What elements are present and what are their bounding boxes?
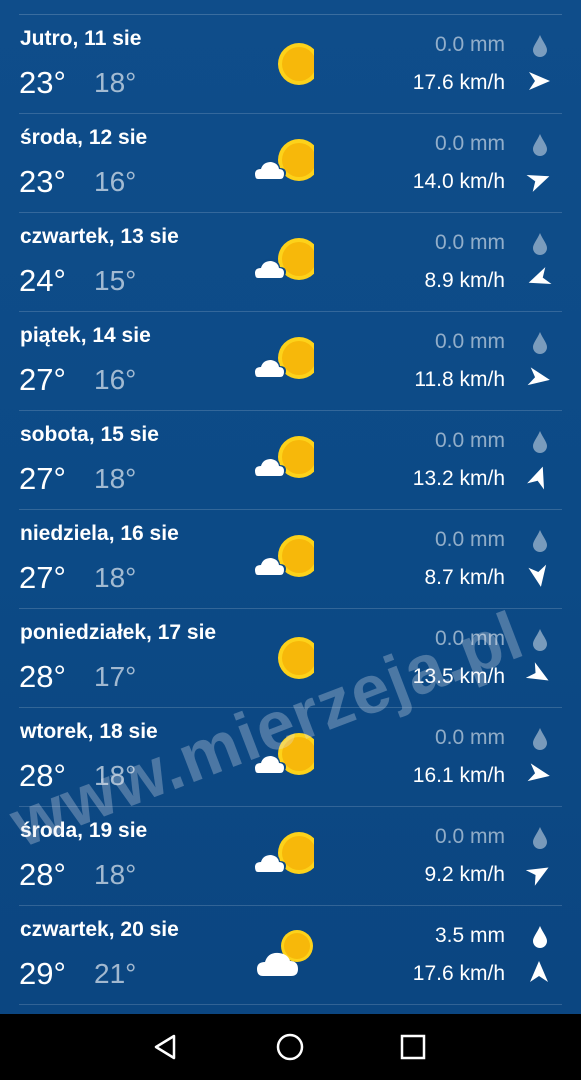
forecast-row[interactable]: sobota, 15 sie 27° 18° 0.0 mm 13.2 km/h [19, 411, 562, 510]
temp-max: 27° [19, 362, 66, 397]
cloud-sun-icon [248, 930, 314, 980]
precipitation-value: 0.0 mm [434, 231, 505, 254]
day-date: Jutro, 11 sie [20, 27, 142, 50]
wind-direction-icon [526, 563, 552, 589]
temp-max: 28° [19, 659, 66, 694]
precipitation-value: 0.0 mm [434, 825, 505, 848]
precipitation-value: 0.0 mm [434, 528, 505, 551]
wind-speed: 11.8 km/h [414, 368, 505, 391]
raindrop-icon [531, 430, 549, 454]
forecast-row[interactable]: środa, 12 sie 23° 16° 0.0 mm 14.0 km/h [19, 114, 562, 213]
temp-min: 17° [94, 661, 137, 692]
day-date: niedziela, 16 sie [20, 522, 179, 545]
temp-max: 23° [19, 65, 66, 100]
temp-max: 23° [19, 164, 66, 199]
wind-direction-icon [525, 860, 552, 886]
raindrop-icon [531, 628, 549, 652]
forecast-row[interactable]: niedziela, 16 sie 27° 18° 0.0 mm 8.7 km/h [19, 510, 562, 609]
forecast-row[interactable]: piątek, 14 sie 27° 16° 0.0 mm 11.8 km/h [19, 312, 562, 411]
day-date: czwartek, 20 sie [20, 918, 179, 941]
day-date: środa, 12 sie [20, 126, 148, 149]
sun-cloud-icon [248, 237, 320, 287]
forecast-list: Jutro, 11 sie 23° 18° 0.0 mm 17.6 km/h środa,… [0, 15, 581, 1005]
raindrop-icon [531, 529, 549, 553]
wind-direction-icon [526, 167, 552, 193]
wind-direction-icon [526, 365, 552, 391]
wind-speed: 13.2 km/h [412, 467, 505, 490]
temp-max: 27° [19, 560, 66, 595]
sun-cloud-icon [248, 831, 320, 881]
wind-speed: 14.0 km/h [412, 170, 505, 193]
system-nav-bar [0, 1014, 581, 1080]
forecast-row[interactable]: czwartek, 13 sie 24° 15° 0.0 mm 8.9 km/h [19, 213, 562, 312]
wind-speed: 8.9 km/h [424, 269, 505, 292]
wind-direction-icon [526, 266, 552, 292]
temp-min: 15° [94, 265, 137, 296]
wind-speed: 17.6 km/h [412, 962, 505, 985]
precipitation-value: 0.0 mm [434, 330, 505, 353]
wind-direction-icon [526, 464, 552, 490]
temp-min: 18° [94, 562, 137, 593]
temp-max: 27° [19, 461, 66, 496]
precipitation-value: 0.0 mm [434, 132, 505, 155]
wind-speed: 9.2 km/h [424, 863, 505, 886]
precipitation-value: 3.5 mm [434, 924, 505, 947]
raindrop-icon [531, 232, 549, 256]
wind-direction-icon [526, 959, 552, 985]
sun-cloud-icon [248, 534, 320, 584]
forecast-row[interactable]: czwartek, 20 sie 29° 21° 3.5 mm 17.6 km/h [19, 906, 562, 1005]
day-date: czwartek, 13 sie [20, 225, 179, 248]
recents-icon[interactable] [397, 1031, 429, 1063]
wind-speed: 17.6 km/h [412, 71, 505, 94]
temp-min: 16° [94, 364, 137, 395]
temp-min: 18° [94, 859, 137, 890]
sun-cloud-icon [248, 435, 320, 485]
raindrop-icon [531, 331, 549, 355]
precipitation-value: 0.0 mm [434, 33, 505, 56]
day-date: piątek, 14 sie [20, 324, 151, 347]
precipitation-value: 0.0 mm [434, 726, 505, 749]
home-icon[interactable] [274, 1031, 306, 1063]
temp-min: 18° [94, 463, 137, 494]
raindrop-icon [531, 133, 549, 157]
sun-icon [248, 39, 320, 89]
wind-speed: 16.1 km/h [412, 764, 505, 787]
forecast-row[interactable]: Jutro, 11 sie 23° 18° 0.0 mm 17.6 km/h [19, 15, 562, 114]
sun-cloud-icon [248, 138, 320, 188]
temp-min: 21° [94, 958, 137, 989]
day-date: poniedziałek, 17 sie [20, 621, 217, 644]
temp-max: 29° [19, 956, 66, 991]
raindrop-icon [531, 34, 549, 58]
temp-min: 16° [94, 166, 137, 197]
temp-min: 18° [94, 67, 137, 98]
raindrop-icon [531, 826, 549, 850]
back-icon[interactable] [150, 1031, 182, 1063]
raindrop-icon [531, 727, 549, 751]
precipitation-value: 0.0 mm [434, 429, 505, 452]
wind-speed: 8.7 km/h [424, 566, 505, 589]
temp-max: 24° [19, 263, 66, 298]
sun-cloud-icon [248, 336, 320, 386]
wind-direction-icon [526, 68, 552, 94]
day-date: sobota, 15 sie [20, 423, 159, 446]
raindrop-icon [531, 925, 549, 949]
wind-direction-icon [526, 761, 552, 787]
temp-max: 28° [19, 857, 66, 892]
